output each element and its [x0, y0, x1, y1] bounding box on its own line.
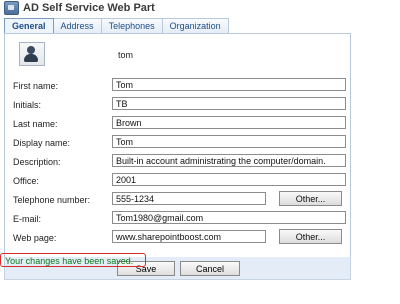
- first-name-label: First name:: [13, 81, 59, 91]
- avatar-head: [27, 46, 35, 54]
- description-field[interactable]: Built-in account administrating the comp…: [112, 154, 346, 167]
- office-field[interactable]: 2001: [112, 173, 346, 186]
- web-page-label: Web page:: [13, 233, 57, 243]
- window-title: AD Self Service Web Part: [23, 2, 155, 14]
- first-name-field[interactable]: Tom: [112, 78, 346, 91]
- display-name-label: Display name:: [13, 138, 71, 148]
- office-label: Office:: [13, 176, 39, 186]
- tab-address[interactable]: Address: [53, 18, 102, 34]
- app-icon: [4, 1, 19, 15]
- row-display-name: Display name: Tom: [5, 135, 350, 151]
- title-bar: AD Self Service Web Part: [4, 0, 396, 16]
- general-panel: tom First name: Tom Initials: TB Last na…: [4, 33, 351, 259]
- email-label: E-mail:: [13, 214, 42, 224]
- cancel-button[interactable]: Cancel: [180, 261, 240, 276]
- row-initials: Initials: TB: [5, 97, 350, 113]
- web-page-field[interactable]: www.sharepointboost.com: [112, 230, 266, 243]
- display-name-field[interactable]: Tom: [112, 135, 346, 148]
- initials-label: Initials:: [13, 100, 42, 110]
- row-description: Description: Built-in account administra…: [5, 154, 350, 170]
- telephone-label: Telephone number:: [13, 195, 91, 205]
- initials-field[interactable]: TB: [112, 97, 346, 110]
- tab-organization[interactable]: Organization: [162, 18, 229, 34]
- last-name-label: Last name:: [13, 119, 58, 129]
- web-page-other-button[interactable]: Other...: [279, 229, 342, 244]
- user-avatar-icon: [19, 42, 45, 66]
- row-first-name: First name: Tom: [5, 78, 350, 94]
- description-label: Description:: [13, 157, 61, 167]
- tab-telephones[interactable]: Telephones: [101, 18, 163, 34]
- telephone-field[interactable]: 555-1234: [112, 192, 266, 205]
- username-label: tom: [118, 50, 134, 60]
- avatar-body: [24, 54, 38, 62]
- row-web-page: Web page: www.sharepointboost.com Other.…: [5, 229, 350, 246]
- tab-bar: General Address Telephones Organization: [4, 18, 229, 36]
- row-telephone: Telephone number: 555-1234 Other...: [5, 191, 350, 208]
- email-field[interactable]: Tom1980@gmail.com: [112, 211, 346, 224]
- row-email: E-mail: Tom1980@gmail.com: [5, 211, 350, 227]
- last-name-field[interactable]: Brown: [112, 116, 346, 129]
- row-office: Office: 2001: [5, 173, 350, 189]
- row-last-name: Last name: Brown: [5, 116, 350, 132]
- telephone-other-button[interactable]: Other...: [279, 191, 342, 206]
- status-message: Your changes have been saved.: [0, 253, 146, 267]
